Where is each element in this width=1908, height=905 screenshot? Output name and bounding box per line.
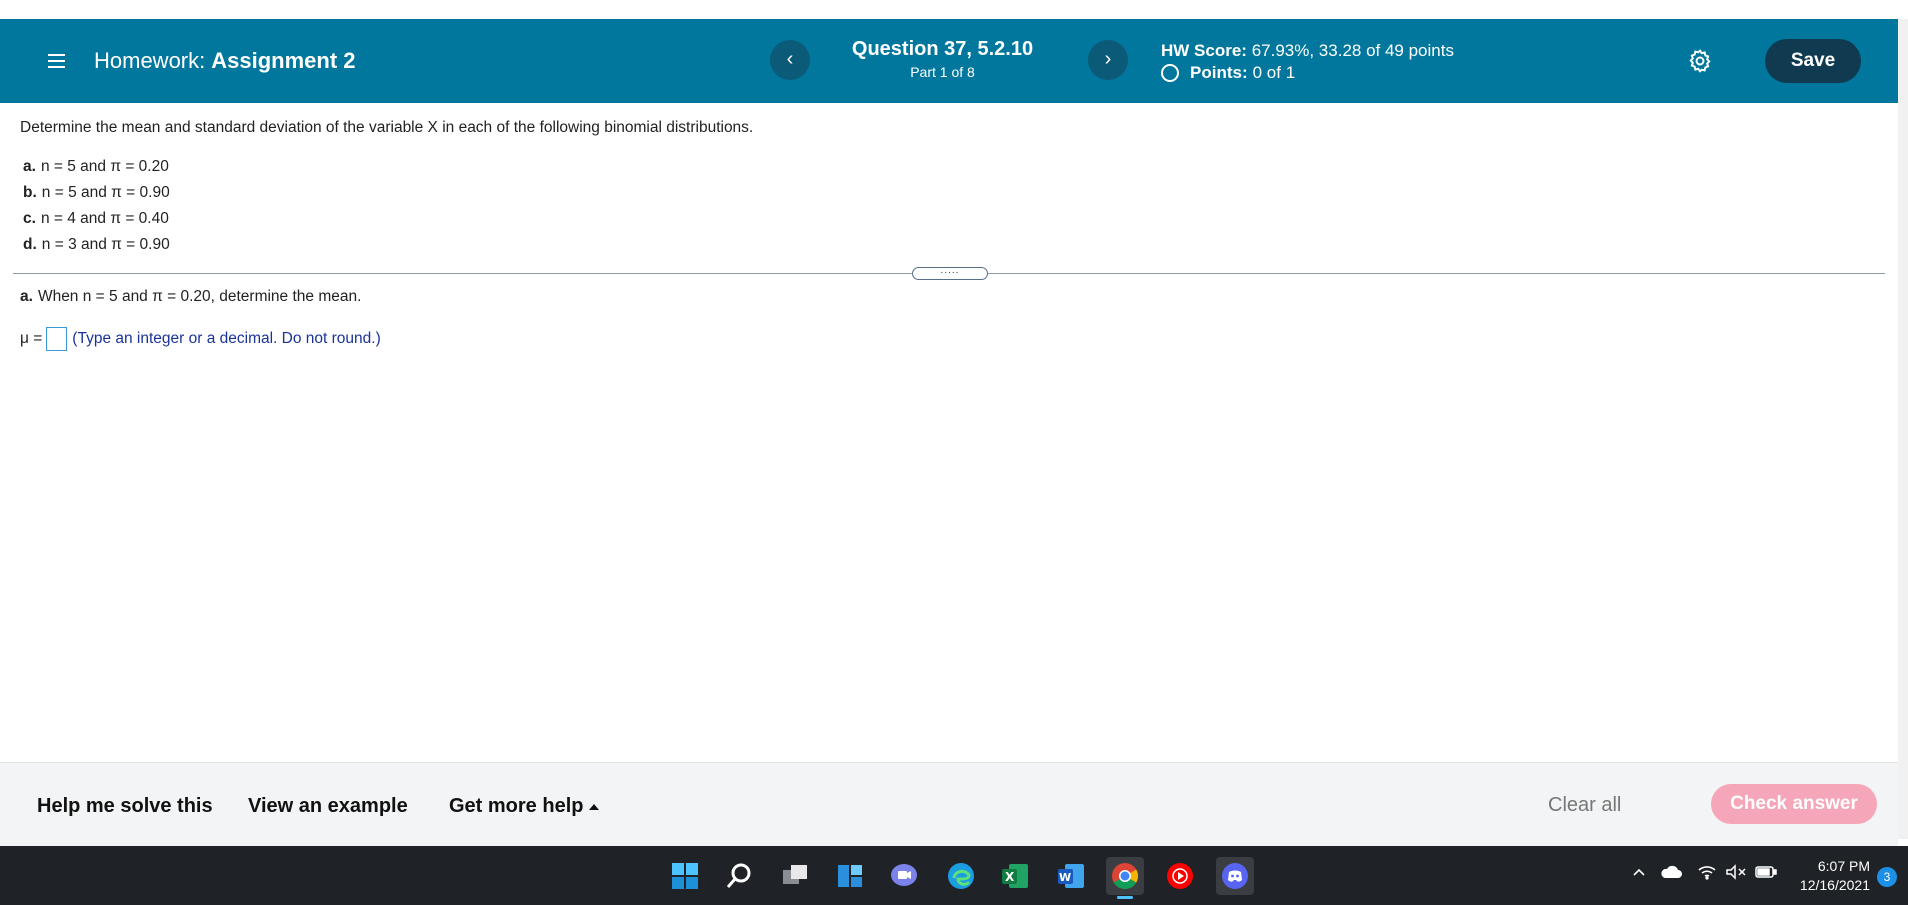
battery-icon[interactable] [1755, 864, 1777, 885]
windows-taskbar: X W 6:07 PM 12/16/2021 3 [0, 846, 1908, 905]
teams-chat-icon[interactable] [885, 857, 923, 895]
help-me-solve-button[interactable]: Help me solve this [37, 795, 213, 818]
question-part: Part 1 of 8 [910, 64, 975, 80]
svg-text:X: X [1005, 870, 1015, 884]
question-prompt: Determine the mean and standard deviatio… [20, 119, 754, 136]
widgets-icon[interactable] [831, 857, 869, 895]
mean-answer-input[interactable] [46, 327, 68, 351]
hamburger-menu-icon[interactable] [46, 50, 68, 72]
part-text: n = 5 and π = 0.90 [41, 184, 170, 201]
part-label: c. [23, 210, 36, 227]
homework-title: Homework: Assignment 2 [94, 48, 356, 74]
chrome-icon[interactable] [1106, 857, 1144, 899]
view-example-button[interactable]: View an example [248, 795, 408, 818]
active-app-indicator [1117, 896, 1133, 899]
previous-question-button[interactable]: ‹ [770, 40, 810, 80]
settings-gear-icon[interactable] [1687, 48, 1713, 74]
page-scrollbar[interactable] [1898, 19, 1908, 839]
hw-score-value: 67.93%, 33.28 of 49 points [1251, 41, 1454, 60]
chevron-up-icon[interactable] [1631, 864, 1647, 885]
assignment-name: Assignment 2 [211, 48, 356, 73]
part-text: n = 5 and π = 0.20 [40, 158, 169, 175]
part-label: b. [23, 184, 37, 201]
part-label: d. [23, 236, 37, 253]
task-view-icon[interactable] [776, 857, 814, 895]
points-status: Points: 0 of 1 [1161, 63, 1295, 83]
check-answer-button[interactable]: Check answer [1711, 784, 1877, 824]
excel-icon[interactable]: X [996, 857, 1034, 895]
clock-date: 12/16/2021 [1799, 877, 1870, 893]
question-part-a: a. n = 5 and π = 0.20 [23, 156, 170, 182]
sub-question-label: a. [20, 288, 33, 305]
points-label: Points: [1190, 63, 1248, 82]
system-clock[interactable]: 6:07 PM 12/16/2021 [1790, 857, 1870, 895]
onedrive-cloud-icon[interactable] [1660, 864, 1682, 885]
get-more-help-label: Get more help [449, 795, 584, 817]
hw-score: HW Score: 67.93%, 33.28 of 49 points [1161, 41, 1454, 61]
pane-resize-handle[interactable]: ..... [912, 266, 988, 280]
svg-text:W: W [1059, 871, 1071, 884]
part-text: n = 4 and π = 0.40 [40, 210, 169, 227]
sub-question: a. When n = 5 and π = 0.20, determine the… [20, 288, 361, 306]
part-label: a. [23, 158, 36, 175]
mean-symbol: μ = [20, 330, 43, 347]
windows-start-icon[interactable] [666, 857, 704, 895]
homework-title-prefix: Homework: [94, 48, 206, 73]
get-more-help-button[interactable]: Get more help [449, 795, 600, 818]
edge-icon[interactable] [942, 857, 980, 895]
question-title: Question 37, 5.2.10 [851, 38, 1034, 60]
clear-all-button[interactable]: Clear all [1548, 794, 1621, 817]
browser-top-strip [0, 0, 1908, 19]
search-icon[interactable] [720, 857, 758, 895]
sub-question-text: When n = 5 and π = 0.20, determine the m… [37, 288, 362, 305]
incomplete-circle-icon [1161, 64, 1179, 82]
answer-row: μ = (Type an integer or a decimal. Do no… [20, 327, 381, 351]
question-part-d: d. n = 3 and π = 0.90 [23, 234, 170, 260]
word-icon[interactable]: W [1052, 857, 1090, 895]
notification-badge[interactable]: 3 [1877, 867, 1897, 887]
points-value: 0 of 1 [1252, 63, 1296, 82]
question-part-b: b. n = 5 and π = 0.90 [23, 182, 170, 208]
caret-up-icon [589, 803, 600, 810]
save-button[interactable]: Save [1765, 39, 1861, 83]
question-part-c: c. n = 4 and π = 0.40 [23, 208, 170, 234]
clock-time: 6:07 PM [1817, 858, 1870, 874]
discord-icon[interactable] [1216, 857, 1254, 895]
help-footer: Help me solve this View an example Get m… [0, 762, 1898, 846]
next-question-button[interactable]: › [1088, 40, 1128, 80]
answer-hint: (Type an integer or a decimal. Do not ro… [72, 330, 381, 347]
question-indicator: Question 37, 5.2.10 Part 1 of 8 [840, 38, 1045, 80]
wifi-icon[interactable] [1697, 864, 1717, 885]
volume-muted-icon[interactable] [1725, 864, 1747, 885]
part-text: n = 3 and π = 0.90 [41, 236, 170, 253]
youtube-music-icon[interactable] [1161, 857, 1199, 895]
assignment-header: Homework: Assignment 2 ‹ Question 37, 5.2… [0, 19, 1898, 103]
hw-score-label: HW Score: [1161, 41, 1247, 60]
question-parts-list: a. n = 5 and π = 0.20 b. n = 5 and π = 0.9… [23, 156, 170, 260]
